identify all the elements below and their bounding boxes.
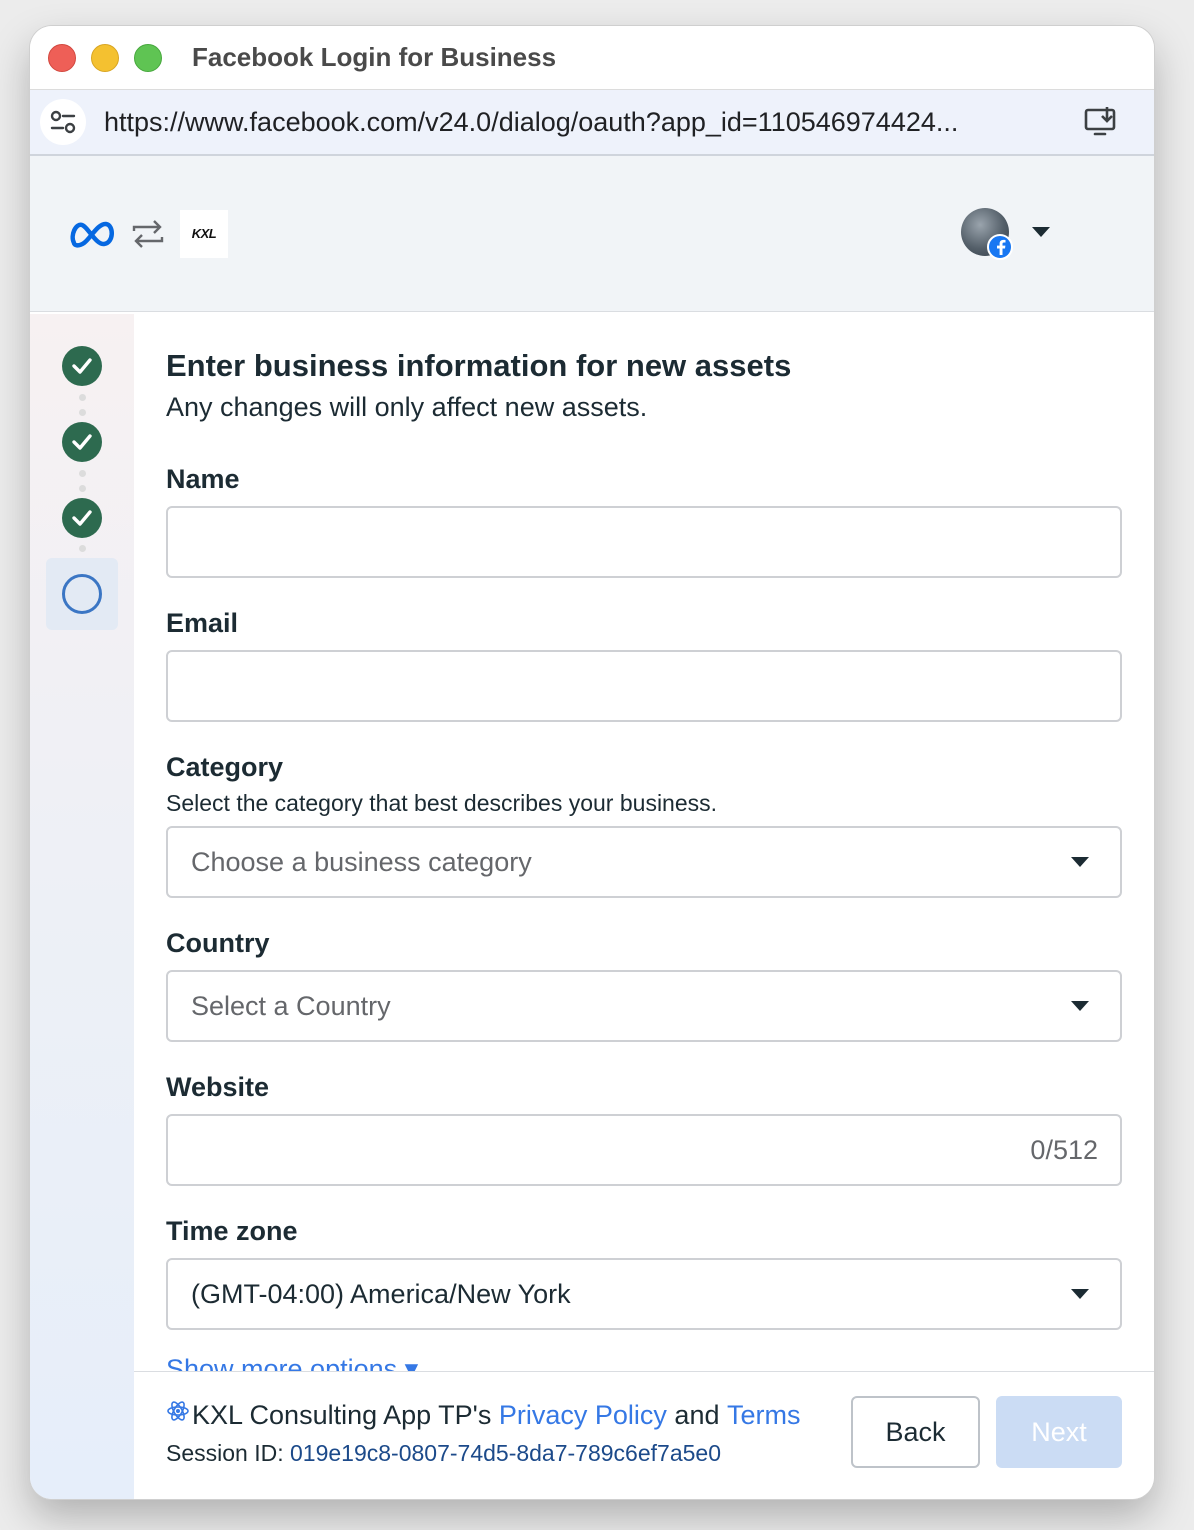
next-button[interactable]: Next — [996, 1396, 1122, 1468]
progress-stepper — [30, 314, 134, 1499]
category-select-placeholder: Choose a business category — [191, 846, 532, 877]
chevron-down-icon: ▾ — [404, 1354, 419, 1371]
category-hint: Select the category that best describes … — [166, 790, 718, 816]
country-label: Country — [166, 928, 270, 958]
checkmark-icon — [72, 434, 92, 450]
install-app-icon[interactable] — [1084, 107, 1118, 137]
close-window-button[interactable] — [48, 43, 76, 72]
facebook-icon — [987, 234, 1013, 260]
step-3-complete — [62, 498, 102, 538]
country-select-placeholder: Select a Country — [191, 990, 391, 1021]
step-connector — [79, 545, 86, 552]
address-bar: https://www.facebook.com/v24.0/dialog/oa… — [30, 90, 1154, 156]
session-info: Session ID: 019e19c8-0807-74d5-8da7-789c… — [166, 1440, 721, 1467]
browser-window: Facebook Login for Business https://www.… — [30, 26, 1154, 1499]
timezone-select-value: (GMT-04:00) America/New York — [191, 1278, 571, 1309]
window-title: Facebook Login for Business — [192, 42, 557, 72]
policy-text: KXL Consulting App TP's Privacy Policy a… — [166, 1400, 801, 1431]
website-label: Website — [166, 1072, 270, 1102]
step-connector — [79, 409, 86, 416]
dialog-footer: KXL Consulting App TP's Privacy Policy a… — [134, 1371, 1154, 1499]
checkmark-icon — [72, 510, 92, 526]
category-label: Category — [166, 752, 284, 782]
caret-down-icon[interactable] — [1031, 226, 1051, 238]
email-input[interactable] — [168, 652, 1120, 720]
and-text: and — [674, 1400, 720, 1430]
website-input[interactable] — [168, 1116, 1120, 1184]
app-atom-icon — [167, 1400, 189, 1421]
dialog-header: KXL — [30, 156, 1154, 312]
privacy-policy-link[interactable]: Privacy Policy — [499, 1400, 667, 1431]
email-label: Email — [166, 608, 239, 638]
form-scroll-area[interactable]: Enter business information for new asset… — [134, 314, 1154, 1371]
website-char-counter: 0/512 — [1030, 1134, 1098, 1165]
title-bar: Facebook Login for Business — [30, 26, 1154, 90]
avatar[interactable] — [961, 208, 1013, 260]
timezone-select[interactable]: (GMT-04:00) America/New York — [166, 1258, 1122, 1330]
partner-logo: KXL — [180, 209, 228, 258]
connect-arrows-icon — [132, 219, 164, 248]
caret-down-icon — [1071, 857, 1089, 867]
page-subtitle: Any changes will only affect new assets. — [166, 392, 648, 422]
show-more-options-label: Show more options — [166, 1354, 398, 1371]
name-label: Name — [166, 464, 240, 494]
step-connector — [79, 470, 86, 477]
caret-down-icon — [1071, 1001, 1089, 1011]
step-4-current — [62, 574, 102, 614]
partner-logo-text: KXL — [191, 226, 217, 241]
window-controls — [48, 43, 162, 72]
back-button[interactable]: Back — [851, 1396, 980, 1468]
category-select[interactable]: Choose a business category — [166, 826, 1122, 898]
account-switcher[interactable] — [961, 208, 1051, 260]
name-field-container — [166, 506, 1122, 578]
country-select[interactable]: Select a Country — [166, 970, 1122, 1042]
checkmark-icon — [72, 358, 92, 374]
terms-link[interactable]: Terms — [727, 1400, 801, 1431]
app-name: KXL Consulting App TP's — [192, 1400, 492, 1430]
dialog-body: Enter business information for new asset… — [30, 314, 1154, 1499]
email-field-container — [166, 650, 1122, 722]
minimize-window-button[interactable] — [91, 43, 119, 72]
url-text[interactable]: https://www.facebook.com/v24.0/dialog/oa… — [104, 107, 1064, 138]
meta-logo-icon — [70, 221, 114, 248]
caret-down-icon — [1071, 1289, 1089, 1299]
site-settings-icon[interactable] — [40, 99, 86, 145]
step-2-complete — [62, 422, 102, 462]
website-field-container: 0/512 — [166, 1114, 1122, 1186]
show-more-options-link[interactable]: Show more options ▾ — [166, 1354, 418, 1371]
step-connector — [79, 485, 86, 492]
zoom-window-button[interactable] — [134, 43, 162, 72]
step-connector — [79, 394, 86, 401]
session-id: 019e19c8-0807-74d5-8da7-789c6ef7a5e0 — [290, 1440, 721, 1466]
step-1-complete — [62, 346, 102, 386]
page-title: Enter business information for new asset… — [166, 348, 792, 383]
session-label: Session ID: — [166, 1440, 284, 1466]
name-input[interactable] — [168, 508, 1120, 576]
brand-logos: KXL — [68, 209, 228, 258]
timezone-label: Time zone — [166, 1216, 298, 1246]
